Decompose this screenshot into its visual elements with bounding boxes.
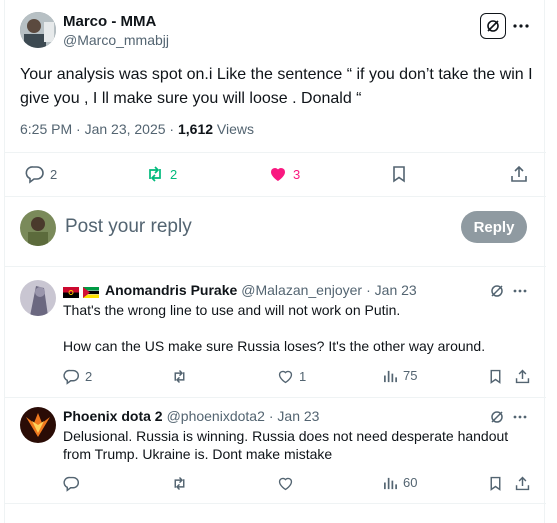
reply-action[interactable]: 2 bbox=[63, 368, 92, 385]
grok-icon[interactable] bbox=[480, 13, 506, 39]
reply-author-handle[interactable]: @phoenixdota2 bbox=[167, 408, 265, 424]
more-options-icon[interactable] bbox=[512, 409, 528, 425]
flag-angola-icon bbox=[63, 285, 79, 298]
my-avatar[interactable] bbox=[20, 210, 56, 246]
reply-text-line: How can the US make sure Russia loses? I… bbox=[63, 338, 486, 354]
avatar-photo-icon bbox=[20, 280, 56, 316]
divider bbox=[5, 397, 546, 398]
reply-author-avatar[interactable] bbox=[20, 280, 56, 316]
author-handle[interactable]: @Marco_mmabjj bbox=[63, 32, 169, 48]
reply-count: 2 bbox=[85, 369, 93, 384]
repost-action[interactable]: 2 bbox=[145, 164, 177, 184]
reply-action[interactable]: 2 bbox=[25, 164, 57, 184]
reply-button[interactable]: Reply bbox=[461, 211, 527, 243]
views-count: 60 bbox=[403, 475, 418, 490]
grok-icon[interactable] bbox=[489, 409, 505, 425]
reply-text-line: Delusional. Russia is winning. Russia do… bbox=[63, 428, 509, 444]
reply-header: Anomandris Purake @Malazan_enjoyer · Jan… bbox=[63, 282, 417, 298]
divider bbox=[5, 196, 546, 197]
views-action[interactable]: 75 bbox=[383, 368, 417, 383]
flag-mozambique-icon bbox=[83, 285, 99, 298]
bookmark-icon[interactable] bbox=[389, 164, 409, 184]
reply-author-handle[interactable]: @Malazan_enjoyer bbox=[241, 282, 362, 298]
heart-icon bbox=[268, 164, 288, 184]
share-icon[interactable] bbox=[514, 368, 531, 385]
views-action[interactable]: 60 bbox=[383, 475, 417, 490]
like-action[interactable]: 1 bbox=[277, 368, 306, 385]
grok-icon[interactable] bbox=[489, 283, 505, 299]
divider bbox=[5, 152, 546, 153]
share-icon[interactable] bbox=[509, 164, 529, 184]
post-meta: 6:25 PM · Jan 23, 2025 · 1,612 Views bbox=[20, 121, 254, 137]
heart-outline-icon bbox=[277, 368, 294, 385]
post-timestamp[interactable]: 6:25 PM · Jan 23, 2025 · bbox=[20, 121, 178, 137]
repost-icon[interactable] bbox=[171, 368, 188, 385]
views-label: Views bbox=[213, 121, 255, 137]
reply-count: 2 bbox=[50, 166, 58, 182]
reply-date[interactable]: · Jan 23 bbox=[366, 282, 417, 298]
divider bbox=[5, 266, 546, 267]
reply-icon bbox=[25, 164, 45, 184]
reply-author-name[interactable]: Phoenix dota 2 bbox=[63, 408, 163, 424]
post-text-line: give you , I ll make sure you will loose… bbox=[20, 90, 362, 107]
avatar-photo-icon bbox=[20, 210, 56, 246]
conversation-column: Marco - MMA @Marco_mmabjj Your analysis … bbox=[4, 0, 546, 523]
heart-outline-icon[interactable] bbox=[277, 475, 294, 492]
bookmark-icon[interactable] bbox=[487, 475, 504, 492]
more-options-icon[interactable] bbox=[512, 283, 528, 299]
reply-text: That's the wrong line to use and will no… bbox=[63, 301, 533, 355]
more-options-icon[interactable] bbox=[511, 16, 531, 36]
reply-author-name[interactable]: Anomandris Purake bbox=[105, 282, 237, 298]
like-count: 1 bbox=[299, 369, 307, 384]
divider bbox=[5, 503, 546, 504]
reply-date[interactable]: · Jan 23 bbox=[269, 408, 320, 424]
post-text-line: Your analysis was spot on.i Like the sen… bbox=[20, 66, 533, 83]
analytics-icon bbox=[383, 368, 398, 383]
reply-input[interactable]: Post your reply bbox=[65, 216, 192, 238]
repost-count: 2 bbox=[170, 166, 178, 182]
reply-icon bbox=[63, 368, 80, 385]
avatar-photo-icon bbox=[20, 12, 56, 48]
author-avatar[interactable] bbox=[20, 12, 56, 48]
repost-icon[interactable] bbox=[171, 475, 188, 492]
post-text: Your analysis was spot on.i Like the sen… bbox=[20, 63, 540, 111]
like-action[interactable]: 3 bbox=[268, 164, 300, 184]
reply-text-line: from Trump. Ukraine is. Dont make mistak… bbox=[63, 446, 333, 462]
analytics-icon bbox=[383, 475, 398, 490]
bookmark-icon[interactable] bbox=[487, 368, 504, 385]
reply-icon[interactable] bbox=[63, 475, 80, 492]
like-count: 3 bbox=[293, 166, 301, 182]
avatar-photo-icon bbox=[20, 407, 56, 443]
share-icon[interactable] bbox=[514, 475, 531, 492]
reply-author-avatar[interactable] bbox=[20, 407, 56, 443]
repost-icon bbox=[145, 164, 165, 184]
reply-text-line: That's the wrong line to use and will no… bbox=[63, 302, 401, 318]
author-name[interactable]: Marco - MMA bbox=[63, 13, 156, 30]
reply-text: Delusional. Russia is winning. Russia do… bbox=[63, 427, 533, 463]
reply-header: Phoenix dota 2 @phoenixdota2 · Jan 23 bbox=[63, 408, 319, 424]
views-count: 75 bbox=[403, 368, 418, 383]
views-count[interactable]: 1,612 bbox=[178, 121, 213, 137]
